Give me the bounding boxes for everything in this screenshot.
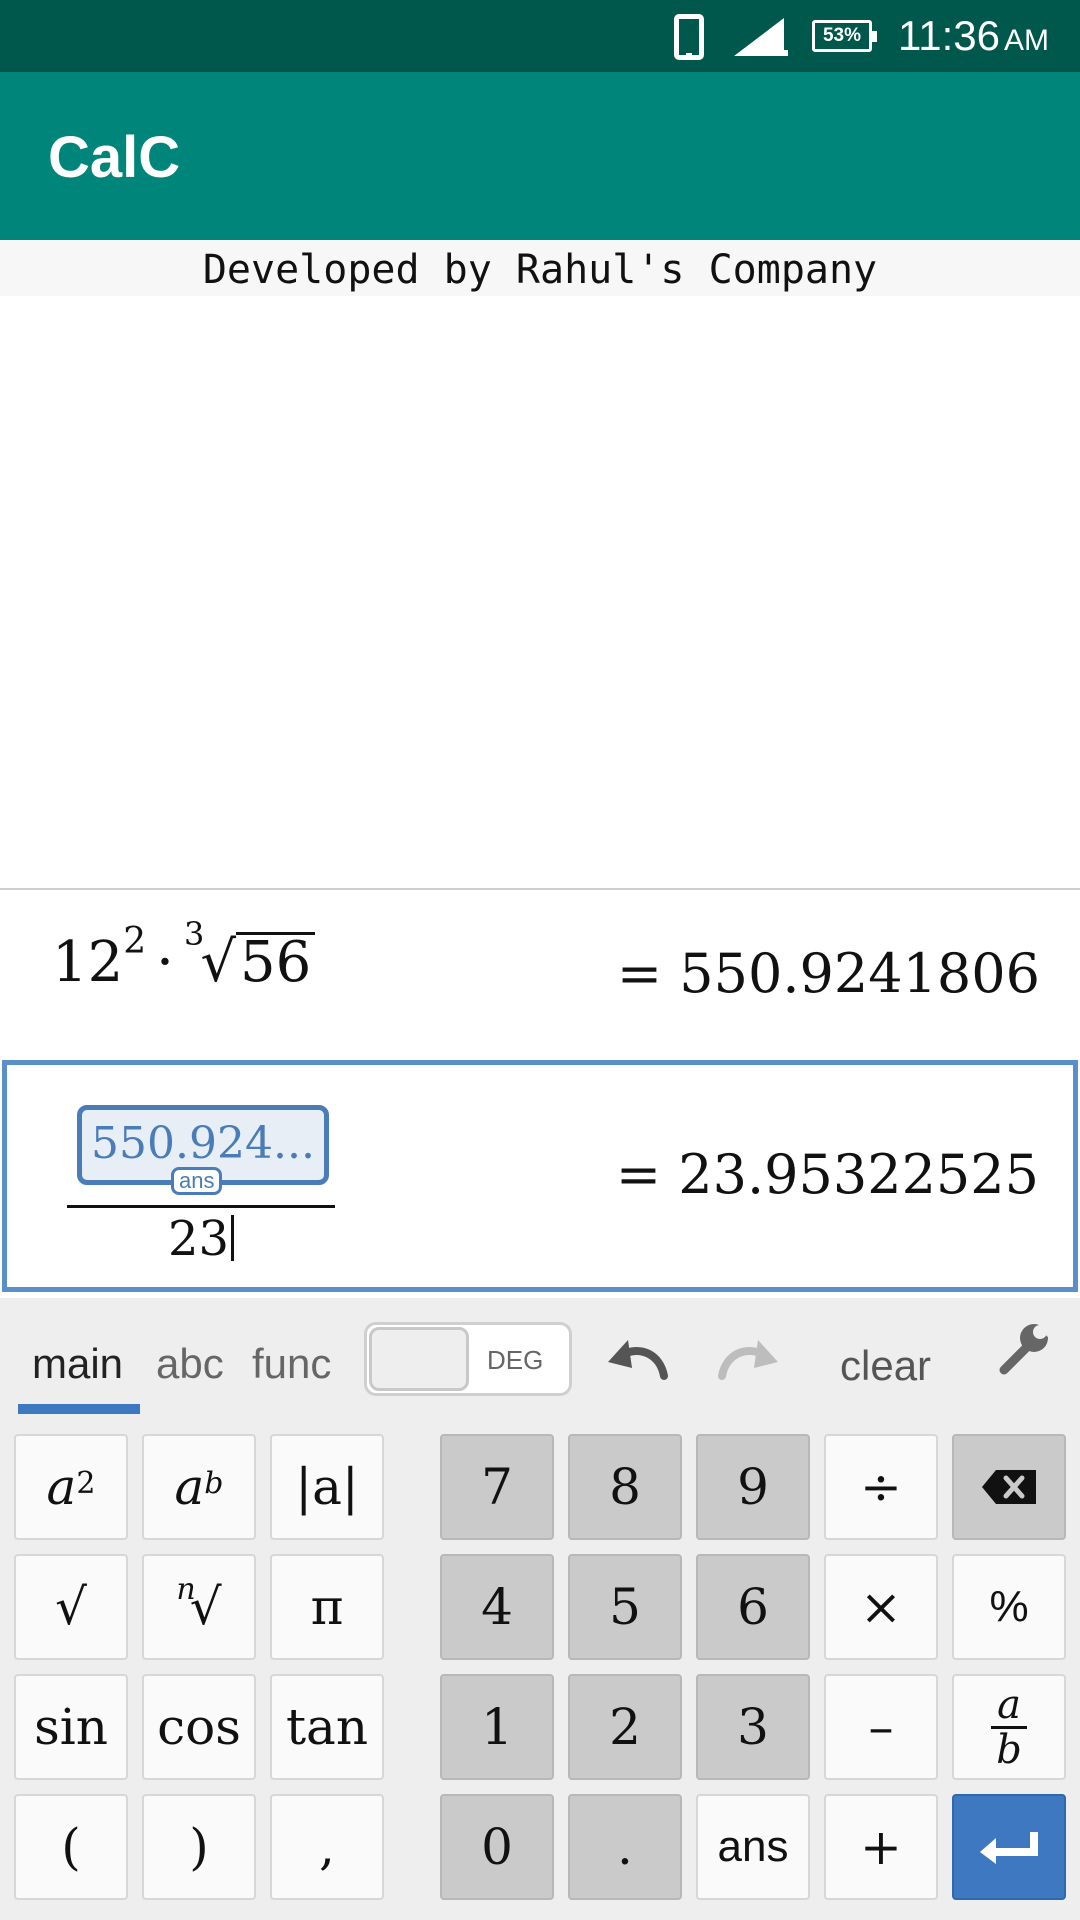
key-9[interactable]: 9 <box>696 1434 810 1540</box>
signal-icon <box>734 18 788 56</box>
key-abs[interactable]: |a| <box>270 1434 384 1540</box>
key-square[interactable]: a2 <box>14 1434 128 1540</box>
math-keyboard: main abc func DEG clear a2 ab |a| 7 8 9 … <box>0 1298 1080 1920</box>
angle-mode-toggle[interactable]: DEG <box>364 1322 572 1396</box>
settings-wrench-icon[interactable] <box>996 1318 1056 1378</box>
key-tan[interactable]: tan <box>270 1674 384 1780</box>
undo-icon[interactable] <box>602 1332 674 1386</box>
expr-base: 12 <box>52 930 124 995</box>
status-bar: 53% 11:36 AM <box>0 0 1080 72</box>
fraction-bar <box>67 1205 335 1208</box>
tab-func[interactable]: func <box>252 1340 331 1388</box>
text-cursor <box>231 1215 235 1261</box>
clear-button[interactable]: clear <box>840 1342 931 1390</box>
history-area[interactable] <box>0 296 1080 890</box>
input-row[interactable]: 550.924... ans 23 = 23.95322525 <box>2 1060 1078 1292</box>
key-4[interactable]: 4 <box>440 1554 554 1660</box>
expr-operator: · <box>156 930 174 995</box>
key-5[interactable]: 5 <box>568 1554 682 1660</box>
tab-main[interactable]: main <box>32 1340 123 1388</box>
toggle-knob <box>369 1327 469 1391</box>
key-power[interactable]: ab <box>142 1434 256 1540</box>
active-tab-indicator <box>18 1404 140 1414</box>
key-sqrt[interactable]: √ <box>14 1554 128 1660</box>
key-1[interactable]: 1 <box>440 1674 554 1780</box>
battery-icon: 53% <box>812 20 877 52</box>
key-fraction[interactable]: ab <box>952 1674 1066 1780</box>
key-nth-root[interactable]: n √ <box>142 1554 256 1660</box>
key-close-paren[interactable]: ) <box>142 1794 256 1900</box>
status-time: 11:36 AM <box>898 12 1049 59</box>
key-pi[interactable]: π <box>270 1554 384 1660</box>
key-sin[interactable]: sin <box>14 1674 128 1780</box>
current-result: = 23.95322525 <box>615 1143 1039 1206</box>
key-minus[interactable]: – <box>824 1674 938 1780</box>
angle-mode-label: DEG <box>487 1345 544 1375</box>
enter-icon <box>980 1832 1038 1864</box>
key-decimal[interactable]: . <box>568 1794 682 1900</box>
tab-abc[interactable]: abc <box>156 1340 224 1388</box>
history-expression: 122 · 3√56 <box>52 915 316 995</box>
key-comma[interactable]: , <box>270 1794 384 1900</box>
developer-banner: Developed by Rahul's Company <box>0 240 1080 296</box>
key-open-paren[interactable]: ( <box>14 1794 128 1900</box>
key-enter[interactable] <box>952 1794 1066 1900</box>
key-divide[interactable]: ÷ <box>824 1434 938 1540</box>
redo-icon[interactable] <box>712 1332 784 1386</box>
key-7[interactable]: 7 <box>440 1434 554 1540</box>
expr-radicand: 56 <box>236 932 316 991</box>
ans-tag: ans <box>171 1167 223 1195</box>
radical-icon: √ <box>200 930 237 995</box>
key-cos[interactable]: cos <box>142 1674 256 1780</box>
history-result: = 550.9241806 <box>616 942 1040 1005</box>
key-multiply[interactable]: × <box>824 1554 938 1660</box>
key-3[interactable]: 3 <box>696 1674 810 1780</box>
key-6[interactable]: 6 <box>696 1554 810 1660</box>
key-plus[interactable]: + <box>824 1794 938 1900</box>
key-8[interactable]: 8 <box>568 1434 682 1540</box>
expr-exponent: 2 <box>123 921 147 962</box>
fraction-icon: ab <box>991 1685 1027 1770</box>
expr-root-index: 3 <box>183 915 205 953</box>
key-backspace[interactable] <box>952 1434 1066 1540</box>
key-ans[interactable]: ans <box>696 1794 810 1900</box>
phone-icon <box>674 14 704 60</box>
backspace-icon <box>982 1470 1036 1504</box>
key-2[interactable]: 2 <box>568 1674 682 1780</box>
history-row[interactable]: 122 · 3√56 = 550.9241806 <box>0 892 1080 1058</box>
app-bar: CalC <box>0 72 1080 240</box>
app-title: CalC <box>48 125 181 190</box>
denominator[interactable]: 23 <box>67 1211 335 1267</box>
key-0[interactable]: 0 <box>440 1794 554 1900</box>
key-percent[interactable]: % <box>952 1554 1066 1660</box>
